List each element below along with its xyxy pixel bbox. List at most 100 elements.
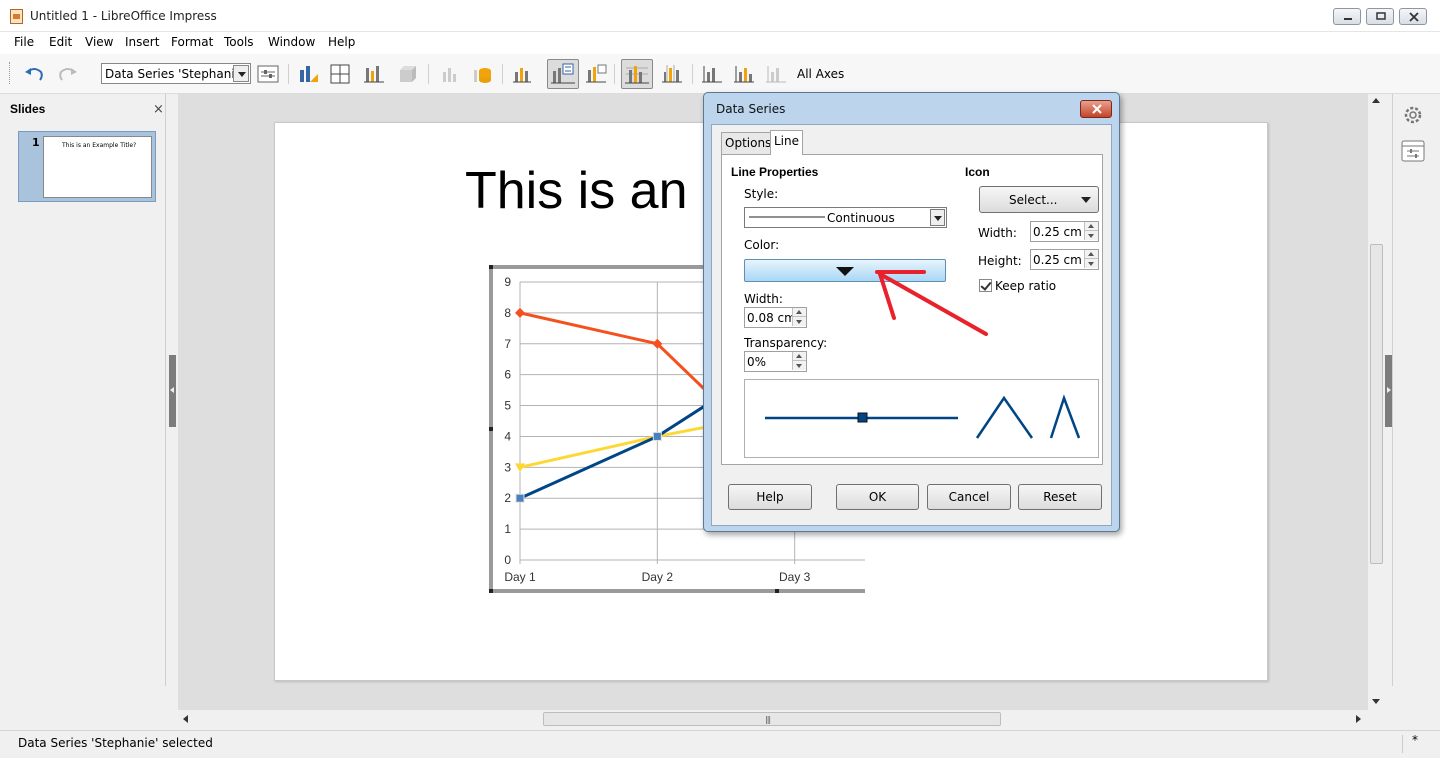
title-bar: Untitled 1 - LibreOffice Impress: [0, 0, 1440, 32]
decrement-icon[interactable]: [792, 317, 806, 326]
increment-icon[interactable]: [792, 352, 806, 361]
reset-label: Reset: [1043, 490, 1077, 504]
minimize-button[interactable]: [1333, 8, 1361, 25]
ok-label: OK: [868, 490, 887, 504]
format-selection-button[interactable]: [256, 62, 280, 86]
sidebar: [1392, 94, 1440, 686]
decrement-icon[interactable]: [1084, 231, 1098, 240]
gear-icon: [1404, 106, 1422, 124]
legend-icon: [551, 63, 575, 84]
icon-width-label: Width:: [978, 226, 1017, 240]
horizontal-scroll-thumb[interactable]: [543, 712, 1001, 726]
horizontal-scrollbar[interactable]: |||: [178, 710, 1368, 728]
slide-transition-button[interactable]: [1398, 136, 1428, 166]
decrement-icon[interactable]: [792, 361, 806, 370]
undo-button[interactable]: [22, 62, 46, 86]
keep-ratio-label: Keep ratio: [995, 279, 1057, 293]
line-style-select[interactable]: Continuous: [744, 207, 947, 228]
menu-format[interactable]: Format: [171, 35, 213, 49]
ok-button[interactable]: OK: [836, 484, 919, 510]
y-tick-label: 4: [504, 429, 511, 443]
chart-type-button[interactable]: [296, 62, 320, 86]
line-style-swatch: [749, 216, 825, 218]
horizontal-grid-icon: [625, 66, 649, 84]
tab-line[interactable]: Line: [770, 130, 804, 155]
increment-icon[interactable]: [1084, 222, 1098, 231]
close-window-button[interactable]: [1399, 8, 1427, 25]
tab-options[interactable]: Options: [721, 132, 776, 154]
toolbar-separator: [502, 64, 503, 84]
icon-height-spinner[interactable]: 0.25 cm: [1030, 249, 1099, 270]
width-label: Width:: [744, 292, 783, 306]
chart-element-select[interactable]: Data Series 'Stephanie': [101, 63, 251, 84]
chart-element-value: Data Series 'Stephanie': [105, 67, 246, 81]
data-series-button[interactable]: [438, 62, 462, 86]
x-axis-icon: [702, 66, 722, 83]
line-width-value: 0.08 cm: [747, 311, 796, 325]
y-tick-label: 3: [504, 460, 511, 474]
scroll-right-icon[interactable]: [1356, 715, 1361, 723]
z-axis-button[interactable]: [764, 62, 788, 86]
legend-on-off-button[interactable]: [547, 59, 579, 89]
scroll-left-icon[interactable]: [183, 715, 188, 723]
menu-view[interactable]: View: [85, 35, 113, 49]
scroll-up-icon[interactable]: [1372, 98, 1380, 103]
toolbar-grip[interactable]: [9, 62, 12, 84]
legend-button[interactable]: [584, 62, 608, 86]
y-axis-button[interactable]: [732, 62, 756, 86]
scroll-down-icon[interactable]: [1372, 699, 1380, 704]
menu-edit[interactable]: Edit: [49, 35, 72, 49]
icon-select-button[interactable]: Select...: [979, 186, 1099, 213]
data-table-icon: [364, 66, 384, 83]
vertical-scrollbar[interactable]: [1368, 94, 1385, 710]
slide-title[interactable]: This is an: [465, 161, 688, 221]
help-label: Help: [756, 490, 784, 504]
data-table-button[interactable]: [362, 62, 386, 86]
properties-button[interactable]: [1398, 100, 1428, 130]
horizontal-grids-button[interactable]: [621, 59, 653, 89]
chevron-down-icon[interactable]: [233, 65, 249, 82]
transparency-spinner[interactable]: 0%: [744, 351, 807, 372]
icon-width-value: 0.25 cm: [1033, 225, 1082, 239]
vertical-grids-button[interactable]: [660, 62, 684, 86]
vertical-scroll-thumb[interactable]: [1370, 244, 1383, 564]
redo-button[interactable]: [56, 62, 80, 86]
maximize-button[interactable]: [1366, 8, 1394, 25]
series-line: [519, 425, 706, 469]
increment-icon[interactable]: [1084, 250, 1098, 259]
menu-insert[interactable]: Insert: [125, 35, 159, 49]
cancel-button[interactable]: Cancel: [927, 484, 1011, 510]
chevron-down-icon[interactable]: [930, 209, 945, 226]
y-tick-label: 7: [504, 337, 511, 351]
menu-help[interactable]: Help: [328, 35, 355, 49]
reset-button[interactable]: Reset: [1018, 484, 1102, 510]
sidebar-collapse-handle[interactable]: [1385, 355, 1392, 427]
decrement-icon[interactable]: [1084, 259, 1098, 268]
menu-window[interactable]: Window: [268, 35, 315, 49]
slide-thumbnail-1[interactable]: 1 This is an Example Title?: [18, 131, 156, 202]
menu-file[interactable]: File: [14, 35, 34, 49]
y-tick-label: 5: [504, 399, 511, 413]
chevron-down-icon: [1081, 197, 1091, 203]
title-button[interactable]: [510, 62, 534, 86]
x-tick-label: Day 2: [642, 570, 674, 584]
chart-toolbar: Data Series 'Stephanie' All Axes: [0, 54, 1440, 94]
icon-width-spinner[interactable]: 0.25 cm: [1030, 221, 1099, 242]
close-panel-icon[interactable]: ×: [153, 102, 164, 117]
chart-wall-button[interactable]: [328, 62, 352, 86]
y-tick-label: 6: [504, 368, 511, 382]
line-width-spinner[interactable]: 0.08 cm: [744, 307, 807, 328]
dialog-close-button[interactable]: [1080, 100, 1112, 118]
x-axis-button[interactable]: [700, 62, 724, 86]
3d-view-button[interactable]: [396, 62, 420, 86]
x-tick-label: Day 3: [779, 570, 811, 584]
menu-tools[interactable]: Tools: [224, 35, 254, 49]
slides-panel-collapse-handle[interactable]: [169, 355, 176, 427]
data-ranges-button[interactable]: [470, 62, 494, 86]
increment-icon[interactable]: [792, 308, 806, 317]
series-line: [519, 311, 707, 392]
help-button[interactable]: Help: [728, 484, 812, 510]
cancel-label: Cancel: [948, 490, 990, 504]
document-modified-indicator[interactable]: *: [1412, 733, 1418, 747]
all-axes-button[interactable]: All Axes: [797, 67, 844, 81]
